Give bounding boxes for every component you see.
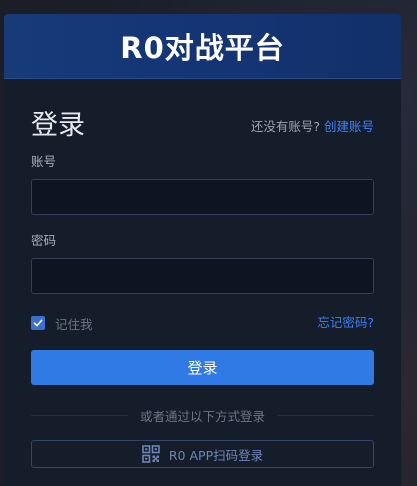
remember-me: 记住我 (31, 314, 93, 332)
checkmark-icon (33, 319, 43, 327)
divider-line-left (31, 414, 128, 416)
qr-login-label: R0 APP扫码登录 (168, 447, 264, 463)
remember-label: 记住我 (55, 316, 93, 332)
create-account-link[interactable]: 创建账号 (324, 119, 374, 134)
password-input[interactable] (31, 258, 374, 294)
signup-prompt: 还没有账号? 创建账号 (251, 118, 374, 136)
remember-checkbox[interactable] (31, 316, 45, 330)
divider-text: 或者通过以下方式登录 (140, 408, 266, 424)
qr-login-button[interactable]: R0 APP扫码登录 (31, 440, 374, 468)
card-header: R0对战平台 (4, 14, 401, 79)
account-label: 账号 (31, 154, 57, 169)
forgot-password-link[interactable]: 忘记密码? (317, 314, 374, 332)
login-title-row: 登录 还没有账号? 创建账号 (31, 108, 374, 148)
brand-title: R0对战平台 (120, 31, 285, 65)
alt-login-divider: 或者通过以下方式登录 (31, 406, 375, 424)
login-heading: 登录 (31, 110, 85, 141)
qr-code-icon (142, 445, 160, 463)
divider-line-right (277, 414, 375, 416)
login-card: R0对战平台 登录 还没有账号? 创建账号 账号 密码 记住我 忘记密码? 登录 … (4, 14, 401, 486)
login-button[interactable]: 登录 (31, 350, 374, 385)
signup-prompt-text: 还没有账号? (250, 119, 320, 134)
password-label: 密码 (31, 233, 57, 248)
account-input[interactable] (31, 179, 374, 215)
